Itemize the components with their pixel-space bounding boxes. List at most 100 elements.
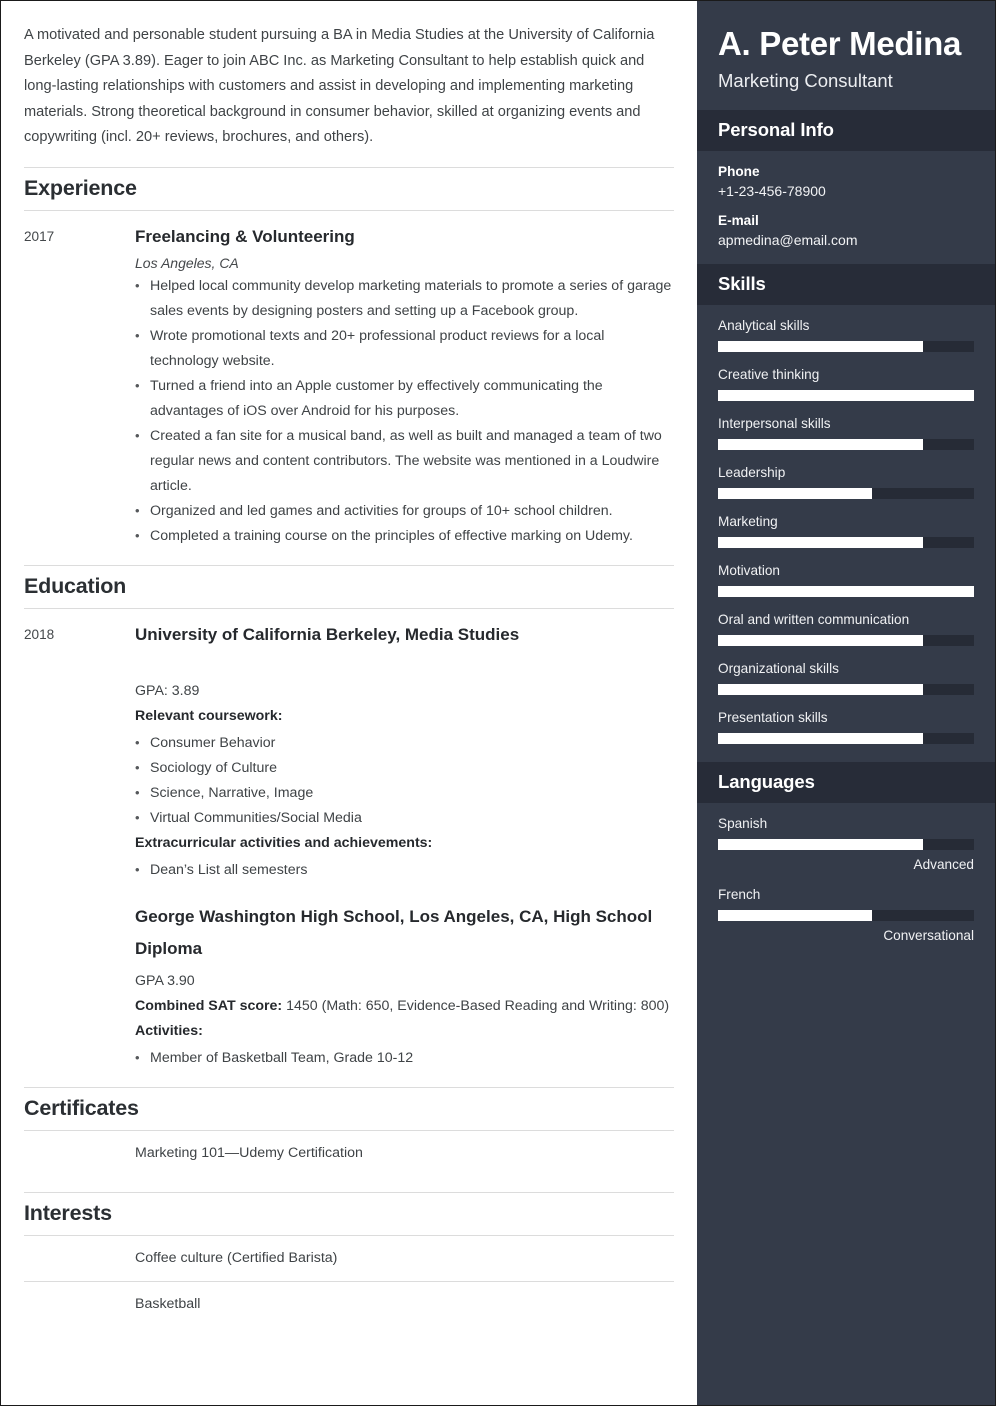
section-experience: Experience 2017 Freelancing & Volunteeri… bbox=[24, 166, 674, 549]
skill-bar-fill bbox=[718, 488, 872, 499]
interest-row: Basketball bbox=[24, 1282, 674, 1327]
sat-value: 1450 (Math: 650, Evidence-Based Reading … bbox=[282, 997, 670, 1014]
skill-bar-fill bbox=[718, 586, 974, 597]
section-title-interests: Interests bbox=[24, 1191, 674, 1236]
language-name: French bbox=[718, 887, 761, 902]
activities-label: Activities: bbox=[135, 1022, 203, 1039]
skill-item: Marketing bbox=[718, 514, 974, 548]
experience-entry-title: Freelancing & Volunteering bbox=[135, 226, 355, 246]
education-entry-date: 2018 bbox=[24, 626, 55, 642]
sidebar-languages-body: Spanish Advanced French Conversational bbox=[697, 803, 995, 961]
resume-main-column: A motivated and personable student pursu… bbox=[1, 1, 697, 1405]
skill-name: Interpersonal skills bbox=[718, 416, 831, 431]
phone-label: Phone bbox=[718, 164, 760, 179]
extracurricular-label: Extracurricular activities and achieveme… bbox=[135, 834, 433, 851]
list-item: Dean’s List all semesters bbox=[135, 857, 674, 883]
candidate-name: A. Peter Medina bbox=[718, 25, 962, 62]
list-item: Virtual Communities/Social Media bbox=[135, 805, 674, 831]
language-item: Spanish Advanced bbox=[718, 816, 974, 872]
phone-value[interactable]: +1-23-456-78900 bbox=[718, 183, 974, 199]
experience-entry: 2017 Freelancing & Volunteering Los Ange… bbox=[24, 211, 674, 549]
list-item: Science, Narrative, Image bbox=[135, 780, 674, 806]
skill-item: Analytical skills bbox=[718, 318, 974, 352]
education-gpa: GPA: 3.89 bbox=[135, 682, 200, 699]
skill-bar-track bbox=[718, 488, 974, 499]
highschool-entry-title: George Washington High School, Los Angel… bbox=[135, 906, 653, 958]
skill-bar-track bbox=[718, 684, 974, 695]
language-bar-fill bbox=[718, 839, 923, 850]
list-item: Turned a friend into an Apple customer b… bbox=[135, 373, 674, 424]
language-item: French Conversational bbox=[718, 887, 974, 943]
experience-entry-body: Freelancing & Volunteering Los Angeles, … bbox=[135, 225, 674, 549]
education-entry-university: 2018 University of California Berkeley, … bbox=[24, 609, 674, 1071]
experience-bullet-list: Helped local community develop marketing… bbox=[135, 273, 674, 549]
sat-label: Combined SAT score: bbox=[135, 997, 283, 1014]
skill-bar-fill bbox=[718, 390, 974, 401]
section-interests: Interests Coffee culture (Certified Bari… bbox=[24, 1191, 674, 1327]
sidebar-title-languages: Languages bbox=[718, 771, 815, 792]
extracurricular-list: Dean’s List all semesters bbox=[135, 857, 674, 883]
list-item: Created a fan site for a musical band, a… bbox=[135, 423, 674, 499]
skill-name: Leadership bbox=[718, 465, 786, 480]
skill-item: Presentation skills bbox=[718, 710, 974, 744]
skill-item: Creative thinking bbox=[718, 367, 974, 401]
section-certificates: Certificates Marketing 101—Udemy Certifi… bbox=[24, 1086, 674, 1176]
experience-entry-location: Los Angeles, CA bbox=[135, 254, 239, 271]
candidate-job-title: Marketing Consultant bbox=[718, 70, 893, 91]
experience-entry-date: 2017 bbox=[24, 228, 55, 244]
email-label: E-mail bbox=[718, 213, 759, 228]
summary-paragraph: A motivated and personable student pursu… bbox=[24, 27, 655, 145]
skill-bar-track bbox=[718, 635, 974, 646]
skill-bar-track bbox=[718, 341, 974, 352]
skill-name: Presentation skills bbox=[718, 710, 828, 725]
skill-bar-track bbox=[718, 537, 974, 548]
interest-row: Coffee culture (Certified Barista) bbox=[24, 1236, 674, 1282]
language-level-label: Advanced bbox=[913, 857, 974, 872]
skill-bar-track bbox=[718, 733, 974, 744]
sidebar-title-skills: Skills bbox=[718, 273, 766, 294]
sidebar-band-languages: Languages bbox=[697, 762, 995, 803]
coursework-label: Relevant coursework: bbox=[135, 707, 283, 724]
skill-name: Motivation bbox=[718, 563, 780, 578]
section-title-experience: Experience bbox=[24, 166, 674, 211]
skill-name: Marketing bbox=[718, 514, 778, 529]
activities-list: Member of Basketball Team, Grade 10-12 bbox=[135, 1045, 674, 1071]
list-item: Wrote promotional texts and 20+ professi… bbox=[135, 323, 674, 374]
skill-bar-fill bbox=[718, 733, 923, 744]
skill-bar-track bbox=[718, 586, 974, 597]
skill-bar-fill bbox=[718, 341, 923, 352]
resume-page: A motivated and personable student pursu… bbox=[0, 0, 996, 1406]
skill-name: Organizational skills bbox=[718, 661, 839, 676]
list-item: Consumer Behavior bbox=[135, 730, 674, 756]
education-entry-title: University of California Berkeley, Media… bbox=[135, 624, 520, 644]
skill-item: Motivation bbox=[718, 563, 974, 597]
education-entry-body: University of California Berkeley, Media… bbox=[135, 623, 674, 1071]
language-bar-track bbox=[718, 910, 974, 921]
sidebar-band-personal-info: Personal Info bbox=[697, 110, 995, 151]
skill-bar-track bbox=[718, 390, 974, 401]
sidebar-header: A. Peter Medina Marketing Consultant bbox=[697, 1, 995, 110]
list-item: Organized and led games and activities f… bbox=[135, 498, 674, 524]
email-value[interactable]: apmedina@email.com bbox=[718, 232, 974, 248]
highschool-gpa: GPA 3.90 bbox=[135, 972, 195, 989]
language-level-label: Conversational bbox=[883, 928, 974, 943]
skill-bar-fill bbox=[718, 684, 923, 695]
skill-bar-fill bbox=[718, 537, 923, 548]
skill-bar-track bbox=[718, 439, 974, 450]
skill-name: Analytical skills bbox=[718, 318, 810, 333]
skill-name: Creative thinking bbox=[718, 367, 820, 382]
sidebar-title-personal-info: Personal Info bbox=[718, 119, 834, 140]
entry-spacer bbox=[135, 647, 674, 679]
skill-name: Oral and written communication bbox=[718, 612, 910, 627]
interest-text: Basketball bbox=[135, 1296, 201, 1312]
certificate-row: Marketing 101—Udemy Certification bbox=[24, 1131, 674, 1176]
language-bar-fill bbox=[718, 910, 872, 921]
skill-item: Interpersonal skills bbox=[718, 416, 974, 450]
list-item: Completed a training course on the princ… bbox=[135, 523, 674, 549]
skill-bar-fill bbox=[718, 439, 923, 450]
skill-item: Leadership bbox=[718, 465, 974, 499]
sidebar-skills-body: Analytical skills Creative thinking Inte… bbox=[697, 305, 995, 762]
language-name: Spanish bbox=[718, 816, 768, 831]
skill-item: Organizational skills bbox=[718, 661, 974, 695]
resume-sidebar: A. Peter Medina Marketing Consultant Per… bbox=[697, 1, 995, 1405]
